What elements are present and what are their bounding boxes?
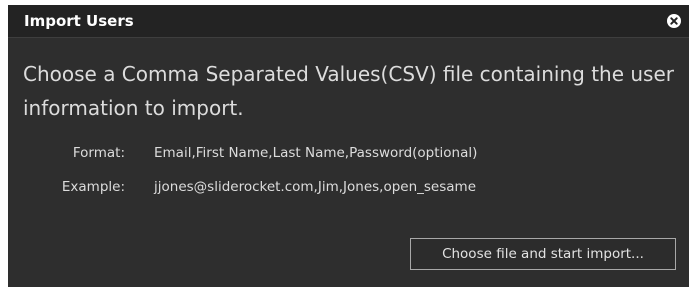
close-button[interactable] [667, 14, 681, 28]
example-label: Example: [61, 179, 125, 195]
example-row: Example: jjones@sliderocket.com,Jim,Jone… [8, 177, 689, 197]
instructions-text: Choose a Comma Separated Values(CSV) fil… [23, 62, 675, 120]
format-value: Email,First Name,Last Name,Password(opti… [154, 145, 478, 161]
format-row: Format: Email,First Name,Last Name,Passw… [8, 143, 689, 163]
close-icon [670, 17, 678, 25]
choose-file-import-button[interactable]: Choose file and start import... [410, 238, 676, 270]
dialog-titlebar: Import Users [8, 5, 689, 38]
import-users-dialog: Import Users Choose a Comma Separated Va… [8, 5, 689, 287]
format-label: Format: [72, 145, 125, 161]
dialog-title: Import Users [24, 12, 134, 30]
example-value: jjones@sliderocket.com,Jim,Jones,open_se… [154, 179, 476, 195]
